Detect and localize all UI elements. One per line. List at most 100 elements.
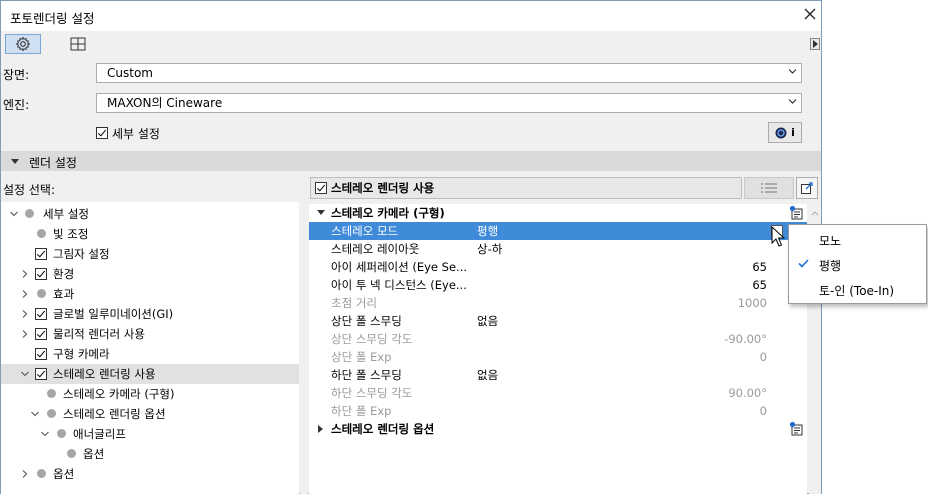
- gear-icon: [15, 36, 31, 52]
- tree-item-options[interactable]: 옵션: [1, 464, 299, 484]
- collapse-triangle-icon: [317, 210, 325, 215]
- prop-row-top-pole-smoothing[interactable]: 상단 폴 스무딩 없음: [309, 312, 807, 330]
- chevron-down-icon: [788, 99, 797, 104]
- tree-item-global-illumination[interactable]: 글로벌 일루미네이션(GI): [1, 304, 299, 324]
- prop-label: 아이 투 넥 디스턴스 (Eye...: [331, 278, 467, 292]
- render-settings-title: 렌더 설정: [29, 156, 77, 170]
- tree-item-stereo-render-options[interactable]: 스테레오 렌더링 옵션: [1, 404, 299, 424]
- tree-item-anaglyph-options[interactable]: 옵션: [1, 444, 299, 464]
- menu-item-parallel[interactable]: 평행: [819, 257, 841, 274]
- tree-item-physical-renderer[interactable]: 물리적 렌더러 사용: [1, 324, 299, 344]
- close-button[interactable]: [801, 4, 819, 26]
- stereo-enable-label: 스테레오 렌더링 사용: [331, 181, 435, 195]
- scene-dropdown[interactable]: Custom: [96, 63, 802, 83]
- stereo-enable-checkbox[interactable]: [315, 182, 327, 194]
- collapse-triangle-icon: [11, 159, 19, 164]
- prop-row-stereo-layout[interactable]: 스테레오 레이아웃 상-하: [309, 240, 807, 258]
- chevron-down-icon[interactable]: [21, 370, 29, 378]
- tree-item-anaglyph[interactable]: 애너글리프: [1, 424, 299, 444]
- tree-item-stereo-rendering[interactable]: 스테레오 렌더링 사용: [1, 364, 299, 384]
- menu-item-toe-in[interactable]: 토-인 (Toe-In): [819, 282, 894, 299]
- tree-item-label: 스테레오 렌더링 사용: [53, 367, 156, 381]
- info-label: i: [791, 126, 795, 139]
- tree-checkbox[interactable]: [35, 248, 47, 260]
- prop-row-stereo-mode[interactable]: 스테레오 모드 평행: [309, 222, 807, 240]
- panel-splitter[interactable]: [300, 202, 308, 494]
- prop-number: 65: [752, 278, 767, 292]
- bullet-icon: [47, 409, 56, 418]
- cineware-info-button[interactable]: i: [768, 122, 802, 143]
- chevron-right-icon[interactable]: [21, 270, 29, 278]
- expand-triangle-icon: [318, 425, 323, 433]
- scroll-up-icon[interactable]: [811, 210, 819, 216]
- tree-item-light[interactable]: 빛 조정: [1, 224, 299, 244]
- prop-row-bottom-pole-smoothing[interactable]: 하단 폴 스무딩 없음: [309, 366, 807, 384]
- engine-dropdown[interactable]: MAXON의 Cineware: [96, 93, 802, 113]
- chevron-right-icon[interactable]: [21, 330, 29, 338]
- prop-row-eye-to-neck[interactable]: 아이 투 넥 디스턴스 (Eye... 65: [309, 276, 807, 294]
- detail-settings-checkbox[interactable]: 세부 설정: [96, 126, 160, 141]
- tree-item-label: 세부 설정: [43, 207, 89, 221]
- bullet-icon: [37, 229, 46, 238]
- prop-number: -90.00°: [724, 332, 767, 346]
- arrow-right-icon: [813, 40, 818, 48]
- list-options-button[interactable]: [744, 177, 794, 199]
- export-button[interactable]: [796, 177, 818, 199]
- prop-row-focal-distance: 초점 거리 1000: [309, 294, 807, 312]
- title-bar: [1, 1, 821, 31]
- chevron-right-icon[interactable]: [21, 310, 29, 318]
- group-settings-icon[interactable]: [789, 421, 804, 436]
- group-stereo-options-header[interactable]: 스테레오 렌더링 옵션: [309, 420, 807, 438]
- prop-number: 1000: [737, 296, 767, 310]
- settings-tab-button[interactable]: [5, 34, 41, 54]
- select-settings-label: 설정 선택:: [3, 183, 56, 197]
- tree-item-stereo-camera-legacy[interactable]: 스테레오 카메라 (구형): [1, 384, 299, 404]
- tree-checkbox[interactable]: [35, 328, 47, 340]
- detail-settings-check[interactable]: [96, 127, 108, 139]
- prop-value: 평행: [477, 224, 499, 238]
- layout-tab-button[interactable]: [60, 34, 96, 54]
- tree-item-detail-settings[interactable]: 세부 설정: [1, 204, 299, 224]
- prop-row-eye-separation[interactable]: 아이 세퍼레이션 (Eye Se... 65: [309, 258, 807, 276]
- properties-panel: 스테레오 카메라 (구형) 스테레오 모드 평행 스테레오 레이아웃 상-하 아…: [309, 204, 807, 494]
- menu-item-mono[interactable]: 모노: [819, 232, 841, 249]
- tree-item-label: 환경: [53, 267, 75, 281]
- prop-value: 상-하: [477, 242, 503, 256]
- tree-item-label: 그림자 설정: [53, 247, 110, 261]
- tree-item-environment[interactable]: 환경: [1, 264, 299, 284]
- prop-label: 하단 폴 Exp: [331, 404, 392, 418]
- tree-item-shadow[interactable]: 그림자 설정: [1, 244, 299, 264]
- tree-checkbox[interactable]: [35, 268, 47, 280]
- chevron-down-icon[interactable]: [41, 430, 49, 438]
- settings-tree[interactable]: 세부 설정 빛 조정 그림자 설정 환경 효과 글로벌 일루미네이션(GI) 물…: [1, 202, 299, 494]
- chevron-right-icon[interactable]: [21, 470, 29, 478]
- prop-number: 90.00°: [728, 386, 767, 400]
- tree-item-label: 애너글리프: [73, 427, 126, 441]
- tree-item-label: 스테레오 카메라 (구형): [63, 387, 175, 401]
- tree-item-label: 효과: [53, 287, 75, 301]
- bullet-icon: [37, 289, 46, 298]
- tree-item-spherical-camera[interactable]: 구형 카메라: [1, 344, 299, 364]
- cineware-logo-icon: [775, 127, 787, 138]
- group-stereo-camera-header[interactable]: 스테레오 카메라 (구형): [309, 204, 807, 222]
- tree-item-label: 옵션: [83, 447, 105, 461]
- tree-checkbox[interactable]: [35, 308, 47, 320]
- group-title: 스테레오 카메라 (구형): [331, 206, 445, 220]
- grid-layout-icon: [70, 37, 86, 51]
- tree-item-label: 옵션: [53, 467, 75, 481]
- tree-checkbox[interactable]: [35, 368, 47, 380]
- group-settings-icon[interactable]: [789, 205, 804, 220]
- prop-label: 아이 세퍼레이션 (Eye Se...: [331, 260, 468, 274]
- chevron-down-icon[interactable]: [10, 210, 18, 218]
- render-settings-header[interactable]: 렌더 설정: [1, 151, 821, 171]
- chevron-down-icon: [788, 69, 797, 74]
- tree-checkbox[interactable]: [35, 348, 47, 360]
- prop-label: 하단 폴 스무딩: [331, 368, 402, 382]
- toolbar-scroll-right-button[interactable]: [810, 38, 820, 50]
- chevron-down-icon[interactable]: [31, 410, 39, 418]
- chevron-right-icon[interactable]: [21, 290, 29, 298]
- prop-label: 하단 스무딩 각도: [331, 386, 413, 400]
- stereo-enable-bar[interactable]: 스테레오 렌더링 사용: [310, 177, 742, 199]
- prop-label: 초점 거리: [331, 296, 377, 310]
- tree-item-effects[interactable]: 효과: [1, 284, 299, 304]
